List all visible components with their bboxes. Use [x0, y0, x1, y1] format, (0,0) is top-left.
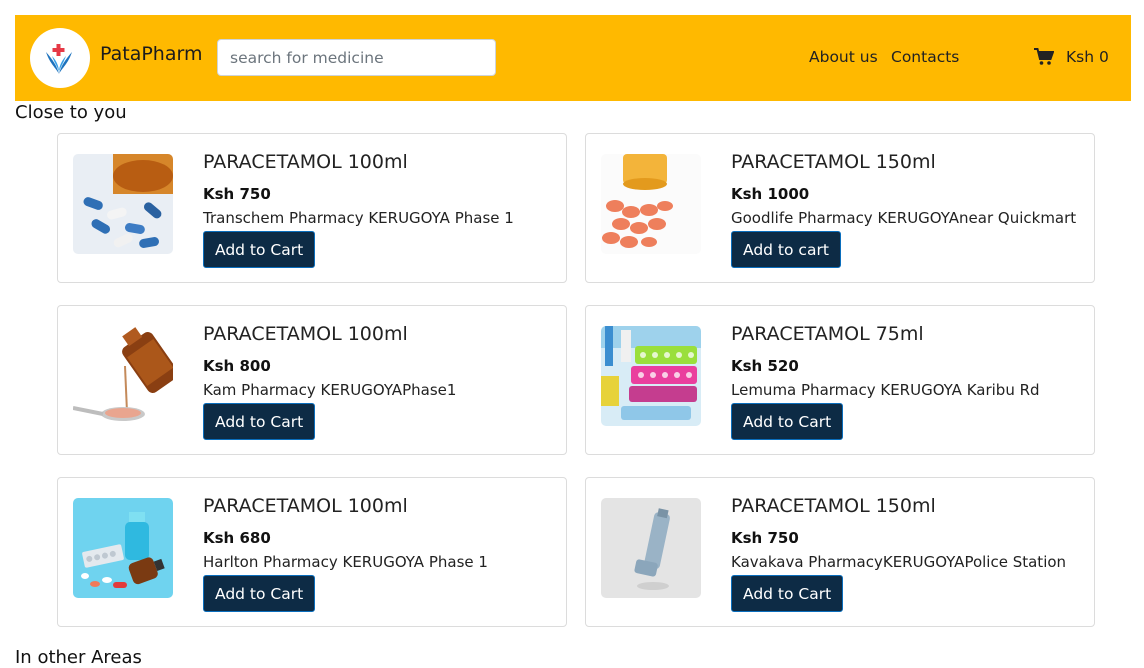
add-to-cart-button[interactable]: Add to Cart — [203, 575, 316, 612]
product-name[interactable]: PARACETAMOL 75ml — [731, 323, 924, 345]
product-store: Kavakava PharmacyKERUGOYAPolice Station — [731, 553, 1067, 571]
product-image-vials[interactable] — [73, 498, 173, 598]
product-price: Ksh 680 — [203, 529, 271, 547]
product-name[interactable]: PARACETAMOL 100ml — [203, 495, 408, 517]
product-card: PARACETAMOL 100ml Ksh 750 Transchem Phar… — [57, 133, 567, 283]
nav-contacts-link[interactable]: Contacts — [891, 48, 959, 66]
product-store: Goodlife Pharmacy KERUGOYAnear Quickmart — [731, 209, 1077, 227]
blister-packs-illustration-icon — [601, 326, 701, 426]
add-to-cart-button[interactable]: Add to Cart — [731, 575, 844, 612]
capsules-illustration-icon — [73, 154, 173, 254]
add-to-cart-button[interactable]: Add to Cart — [203, 403, 316, 440]
add-to-cart-button[interactable]: Add to Cart — [731, 403, 844, 440]
cart-button[interactable]: Ksh 0 — [1034, 48, 1109, 66]
product-image-blister-packs[interactable] — [601, 326, 701, 426]
product-price: Ksh 1000 — [731, 185, 810, 203]
brand-name[interactable]: PataPharm — [100, 43, 202, 65]
section-title-close: Close to you — [15, 102, 127, 123]
product-card: PARACETAMOL 150ml Ksh 750 Kavakava Pharm… — [585, 477, 1095, 627]
product-name[interactable]: PARACETAMOL 150ml — [731, 495, 936, 517]
product-price: Ksh 750 — [731, 529, 799, 547]
vials-illustration-icon — [73, 498, 173, 598]
product-store: Harlton Pharmacy KERUGOYA Phase 1 — [203, 553, 488, 571]
product-card: PARACETAMOL 100ml Ksh 680 Harlton Pharma… — [57, 477, 567, 627]
product-price: Ksh 520 — [731, 357, 799, 375]
product-name[interactable]: PARACETAMOL 100ml — [203, 151, 408, 173]
product-image-capsules[interactable] — [73, 154, 173, 254]
search-input[interactable] — [217, 39, 496, 76]
product-name[interactable]: PARACETAMOL 100ml — [203, 323, 408, 345]
tablets-illustration-icon — [601, 154, 701, 254]
product-store: Kam Pharmacy KERUGOYAPhase1 — [203, 381, 457, 399]
section-title-other: In other Areas — [15, 647, 142, 668]
product-store: Transchem Pharmacy KERUGOYA Phase 1 — [203, 209, 514, 227]
top-navbar: PataPharm About us Contacts Ksh 0 — [15, 15, 1131, 101]
caduceus-logo-icon — [46, 44, 72, 74]
product-store: Lemuma Pharmacy KERUGOYA Karibu Rd — [731, 381, 1040, 399]
cart-total: Ksh 0 — [1066, 48, 1109, 66]
product-price: Ksh 800 — [203, 357, 271, 375]
inhaler-illustration-icon — [601, 498, 701, 598]
syrup-illustration-icon — [73, 326, 173, 426]
product-image-inhaler[interactable] — [601, 498, 701, 598]
product-image-syrup[interactable] — [73, 326, 173, 426]
product-name[interactable]: PARACETAMOL 150ml — [731, 151, 936, 173]
product-image-tablets[interactable] — [601, 154, 701, 254]
product-card: PARACETAMOL 75ml Ksh 520 Lemuma Pharmacy… — [585, 305, 1095, 455]
product-card: PARACETAMOL 150ml Ksh 1000 Goodlife Phar… — [585, 133, 1095, 283]
brand-logo[interactable] — [30, 28, 90, 88]
add-to-cart-button[interactable]: Add to cart — [731, 231, 841, 268]
product-price: Ksh 750 — [203, 185, 271, 203]
add-to-cart-button[interactable]: Add to Cart — [203, 231, 316, 268]
shopping-cart-icon — [1034, 48, 1054, 65]
product-card: PARACETAMOL 100ml Ksh 800 Kam Pharmacy K… — [57, 305, 567, 455]
nav-about-us-link[interactable]: About us — [809, 48, 878, 66]
